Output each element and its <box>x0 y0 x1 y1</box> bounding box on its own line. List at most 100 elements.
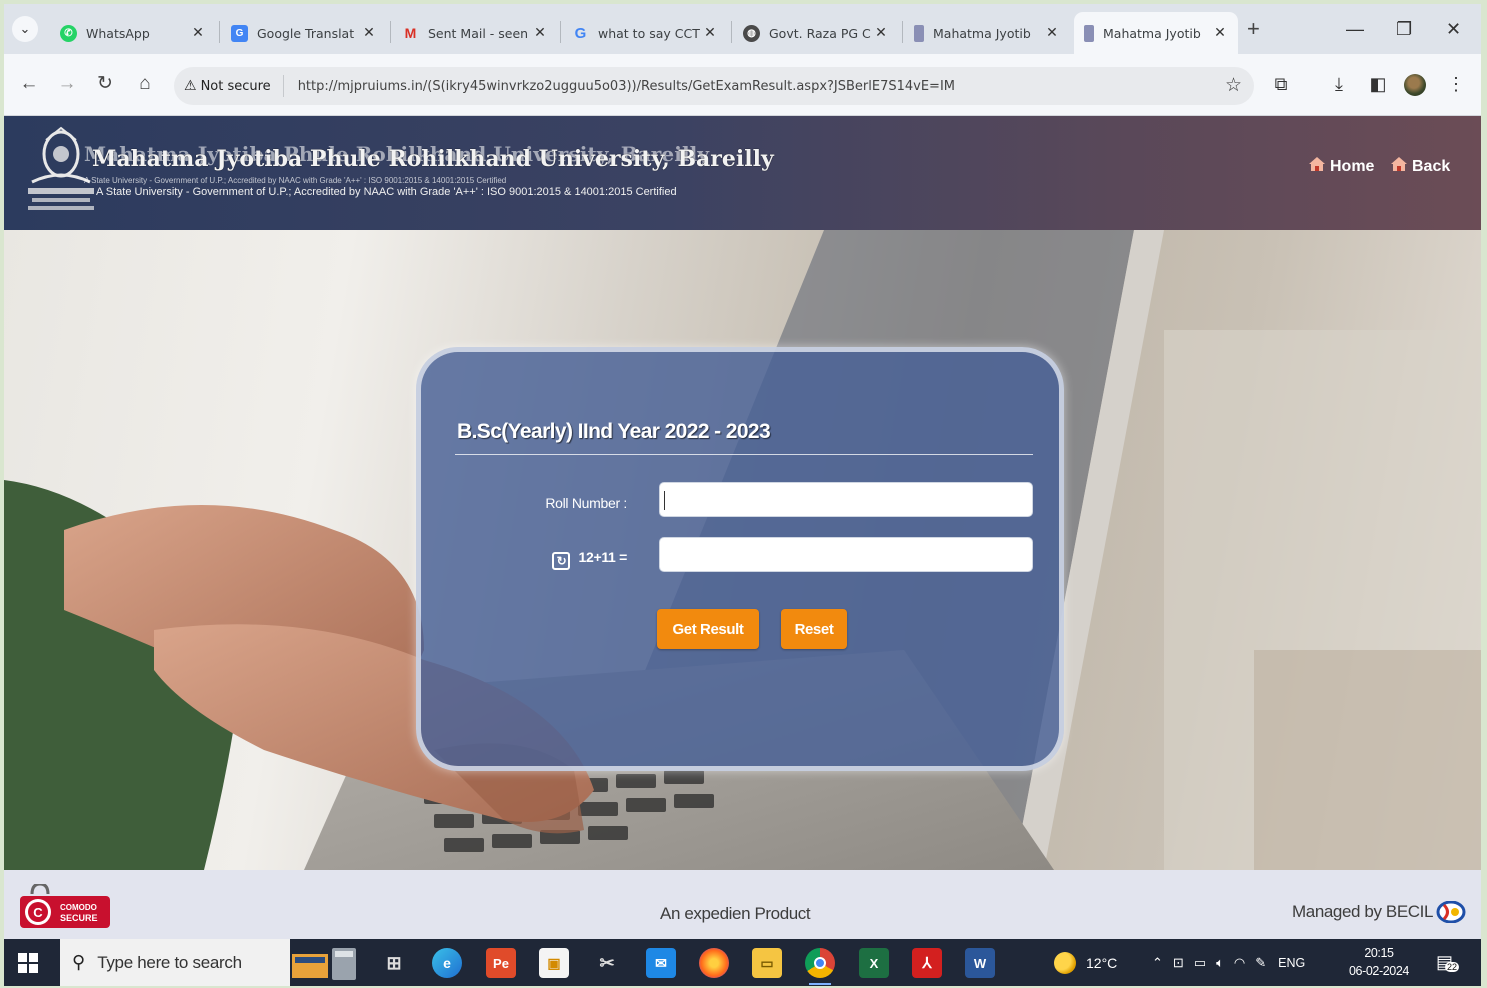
get-result-button[interactable]: Get Result <box>657 609 759 649</box>
tab-search-chevron-icon[interactable]: ⌄ <box>12 16 38 42</box>
close-tab-icon[interactable]: ✕ <box>1212 25 1228 41</box>
word-icon[interactable]: W <box>965 948 995 978</box>
mail-icon[interactable]: ✉ <box>646 948 676 978</box>
back-house-icon <box>1390 156 1408 177</box>
taskbar-search-box[interactable]: ⚲ Type here to search <box>60 939 290 986</box>
tab-title: what to say CCT <box>598 25 700 41</box>
close-tab-icon[interactable]: ✕ <box>361 25 377 41</box>
home-link[interactable]: Home <box>1308 156 1374 177</box>
comodo-secure-badge-icon[interactable]: C COMODO SECURE <box>20 884 110 928</box>
warning-triangle-icon: ⚠ <box>184 78 197 94</box>
site-header: Mahatma Jyotiba Phule Rohilkhand Univers… <box>4 116 1481 230</box>
new-tab-plus-icon[interactable]: + <box>1247 18 1260 40</box>
url-text[interactable]: http://mjpruiums.in/(S(ikry45winvrkzo2ug… <box>298 79 955 94</box>
screen: ⌄ ✆ WhatsApp ✕ G Google Translat ✕ M Sen… <box>4 4 1481 986</box>
system-tray: ⌃ ⊡ ▭ 🔈︎ ◠ ✎ ENG <box>1152 939 1305 986</box>
task-view-icon[interactable]: ⊞ <box>379 948 409 978</box>
show-hidden-icons-chevron-icon[interactable]: ⌃ <box>1152 955 1163 971</box>
search-highlight-calculator-icon[interactable] <box>290 948 360 980</box>
downloads-icon[interactable]: ⤓ <box>1327 74 1351 94</box>
tab-google-search[interactable]: G what to say CCT ✕ <box>562 12 728 54</box>
acrobat-icon[interactable]: ⅄ <box>912 948 942 978</box>
close-tab-icon[interactable]: ✕ <box>1044 25 1060 41</box>
chrome-icon[interactable] <box>805 948 835 985</box>
tab-govt-raza[interactable]: ◍ Govt. Raza PG C ✕ <box>733 12 899 54</box>
excel-icon[interactable]: X <box>859 948 889 978</box>
store-icon[interactable]: ▣ <box>539 948 569 978</box>
university-tagline: A State University - Government of U.P.;… <box>96 186 677 198</box>
volume-icon[interactable]: 🔈︎ <box>1216 955 1224 971</box>
browser-tab-strip: ⌄ ✆ WhatsApp ✕ G Google Translat ✕ M Sen… <box>4 4 1481 54</box>
whatsapp-icon: ✆ <box>60 24 77 42</box>
university-tagline-shadow: A State University - Government of U.P.;… <box>84 176 507 185</box>
google-icon: G <box>574 24 587 42</box>
profile-avatar[interactable] <box>1404 74 1426 96</box>
tab-whatsapp[interactable]: ✆ WhatsApp ✕ <box>50 12 216 54</box>
tab-university-active[interactable]: Mahatma Jyotib ✕ <box>1074 12 1238 54</box>
footer-managed-by: Managed by BECIL <box>1292 901 1466 923</box>
tab-gmail[interactable]: M Sent Mail - seen ✕ <box>392 12 558 54</box>
captcha-refresh-icon[interactable]: ↻ <box>552 552 571 570</box>
network-icon[interactable]: ⊡ <box>1173 955 1184 971</box>
close-tab-icon[interactable]: ✕ <box>702 25 718 41</box>
extensions-icon[interactable]: ⧉ <box>1269 74 1293 94</box>
taskbar-clock[interactable]: 20:15 06-02-2024 <box>1349 944 1409 980</box>
svg-text:COMODO: COMODO <box>60 903 97 912</box>
snip-tool-icon[interactable]: ✂ <box>592 948 622 978</box>
tab-divider <box>731 21 732 43</box>
windows-start-icon[interactable] <box>18 953 38 973</box>
home-icon[interactable]: ⌂ <box>134 74 156 94</box>
tab-title: Mahatma Jyotib <box>1103 25 1201 41</box>
svg-text:SECURE: SECURE <box>60 913 98 923</box>
edge-icon[interactable]: e <box>432 948 462 978</box>
tab-university-1[interactable]: Mahatma Jyotib ✕ <box>904 12 1070 54</box>
close-tab-icon[interactable]: ✕ <box>873 25 889 41</box>
becil-logo-icon <box>1436 901 1466 923</box>
clock-time: 20:15 <box>1364 946 1394 960</box>
address-bar[interactable]: ⚠ Not secure http://mjpruiums.in/(S(ikry… <box>174 67 1254 105</box>
roll-number-label: Roll Number : <box>545 495 627 511</box>
wifi-icon[interactable]: ◠ <box>1234 955 1245 971</box>
exam-title: B.Sc(Yearly) IInd Year 2022 - 2023 <box>457 420 771 443</box>
notifications-button[interactable]: ▤ 22 <box>1436 939 1460 986</box>
taskbar-search-placeholder: Type here to search <box>97 952 242 972</box>
reset-button[interactable]: Reset <box>781 609 847 649</box>
pen-icon[interactable]: ✎ <box>1255 955 1266 971</box>
roll-number-input[interactable] <box>659 482 1033 517</box>
restore-window-icon[interactable]: ❐ <box>1396 18 1412 40</box>
home-house-icon <box>1308 156 1326 177</box>
footer-product-text: An expedien Product <box>660 904 811 923</box>
forward-arrow-icon[interactable]: → <box>56 74 78 94</box>
captcha-question: 12+11 = <box>578 549 627 565</box>
windows-taskbar: ⚲ Type here to search ⊞ e Pe ▣ ✂ ✉ ▭ X ⅄… <box>4 939 1481 986</box>
gmail-icon: M <box>404 25 417 41</box>
tab-title: Google Translat <box>257 25 355 41</box>
close-tab-icon[interactable]: ✕ <box>190 25 206 41</box>
browser-toolbar: ← → ↻ ⌂ ⚠ Not secure http://mjpruiums.in… <box>4 54 1481 116</box>
close-tab-icon[interactable]: ✕ <box>532 25 548 41</box>
close-window-icon[interactable]: ✕ <box>1446 18 1461 40</box>
language-indicator[interactable]: ENG <box>1278 956 1305 970</box>
bookmark-star-icon[interactable]: ☆ <box>1225 74 1242 96</box>
minimize-window-icon[interactable]: — <box>1346 18 1364 40</box>
browser-menu-icon[interactable]: ⋮ <box>1444 74 1468 94</box>
google-translate-icon: G <box>231 24 248 42</box>
security-chip[interactable]: ⚠ Not secure <box>184 75 284 97</box>
tab-title: Govt. Raza PG C <box>769 25 871 41</box>
tab-google-translate[interactable]: G Google Translat ✕ <box>221 12 387 54</box>
notification-center-icon: ▤ 22 <box>1436 952 1460 972</box>
battery-icon[interactable]: ▭ <box>1194 955 1206 971</box>
tab-title: Mahatma Jyotib <box>933 25 1031 41</box>
reload-icon[interactable]: ↻ <box>94 74 116 94</box>
tab-title: Sent Mail - seen <box>428 25 529 41</box>
file-explorer-icon[interactable]: ▭ <box>752 948 782 978</box>
back-arrow-icon[interactable]: ← <box>18 74 40 94</box>
back-link[interactable]: Back <box>1390 156 1450 177</box>
firefox-icon[interactable] <box>699 948 729 978</box>
side-panel-icon[interactable]: ◧ <box>1366 74 1390 94</box>
pe-app-icon[interactable]: Pe <box>486 948 516 978</box>
weather-widget[interactable]: 12°C <box>1054 939 1117 986</box>
captcha-answer-input[interactable] <box>659 537 1033 572</box>
university-favicon-icon <box>914 24 924 42</box>
weather-temperature: 12°C <box>1086 954 1118 971</box>
